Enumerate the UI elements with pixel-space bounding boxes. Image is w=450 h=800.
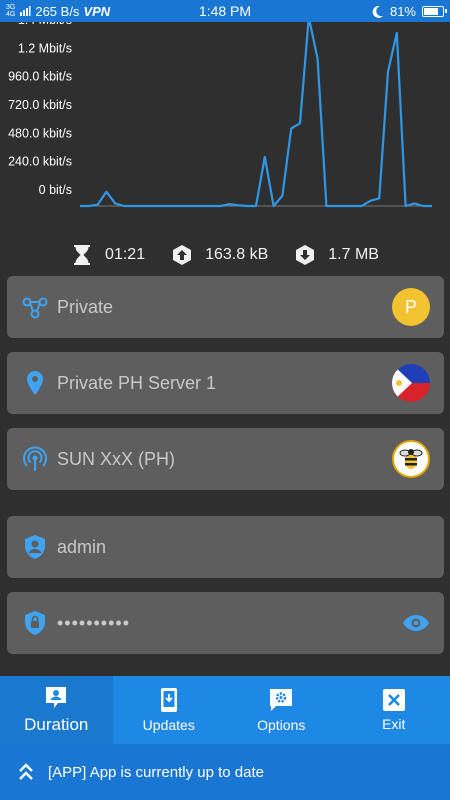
settings-chat-icon — [270, 689, 293, 711]
update-message: [APP] App is currently up to date — [48, 763, 264, 781]
bee-icon — [392, 440, 430, 478]
antenna-icon — [21, 445, 49, 473]
download-stat: 1.7 MB — [294, 244, 379, 266]
lock-shield-icon — [21, 609, 49, 637]
account-badge-icon: P — [392, 288, 430, 326]
y-tick-label: 960.0 kbit/s — [8, 70, 72, 84]
nav-updates[interactable]: Updates — [113, 676, 226, 744]
nav-exit[interactable]: Exit — [338, 676, 450, 744]
user-shield-icon — [21, 533, 49, 561]
network-label: SUN XxX (PH) — [57, 448, 176, 469]
server-label: Private PH Server 1 — [57, 372, 217, 393]
battery-fill — [424, 7, 438, 15]
signal-label-4g: 4G — [6, 11, 16, 18]
signal-label-3g: 3G — [6, 4, 16, 11]
eye-icon[interactable] — [402, 613, 430, 633]
status-bar: 3G 4G 265 B/s VPN 1:48 PM 81% — [0, 0, 450, 22]
account-type-label: Private — [57, 296, 114, 317]
phone-download-icon — [160, 688, 177, 712]
signal-icon: 3G 4G — [6, 4, 15, 18]
update-status-bar[interactable]: [APP] App is currently up to date — [0, 744, 450, 800]
account-type-selector[interactable]: Private P — [7, 276, 444, 338]
y-tick-label: 0 bit/s — [39, 183, 72, 197]
y-tick-label: 480.0 kbit/s — [8, 126, 72, 140]
server-selector[interactable]: Private PH Server 1 — [7, 352, 444, 414]
philippines-flag-icon — [392, 364, 430, 402]
close-box-icon — [382, 689, 405, 711]
traffic-series-line — [80, 22, 432, 208]
y-tick-label: 1.4 Mbit/s — [18, 22, 72, 27]
y-tick-label: 240.0 kbit/s — [8, 155, 72, 169]
duration-value: 01:21 — [105, 246, 146, 263]
bottom-navigation: Duration Updates Options Exit — [0, 676, 450, 744]
username-value: admin — [57, 536, 107, 557]
network-speed: 265 B/s — [35, 3, 80, 19]
traffic-chart: 1.4 Mbit/s 1.2 Mbit/s 960.0 kbit/s 720.0 kb… — [0, 22, 450, 222]
nav-options-label: Options — [257, 717, 306, 733]
hourglass-icon — [71, 244, 93, 266]
double-chevron-up-icon — [19, 763, 33, 780]
download-value: 1.7 MB — [328, 246, 379, 263]
session-stats: 01:21 163.8 kB 1.7 MB — [0, 240, 450, 270]
nav-duration-label: Duration — [24, 715, 89, 734]
password-value: •••••••••• — [57, 612, 131, 633]
upload-icon — [171, 244, 193, 266]
duration-stat: 01:21 — [71, 244, 145, 266]
password-field[interactable]: •••••••••• — [7, 592, 444, 654]
upload-stat: 163.8 kB — [171, 244, 268, 266]
account-badge-letter: P — [404, 296, 417, 317]
download-icon — [294, 244, 316, 266]
username-field[interactable]: admin — [7, 516, 444, 578]
network-nodes-icon — [21, 293, 49, 321]
upload-value: 163.8 kB — [205, 246, 269, 263]
vpn-indicator: VPN — [83, 3, 111, 19]
nav-duration[interactable]: Duration — [0, 676, 113, 744]
moon-icon — [372, 5, 383, 18]
battery-percent: 81% — [389, 3, 416, 19]
location-pin-icon — [21, 369, 49, 397]
chat-person-icon — [46, 687, 67, 708]
nav-updates-label: Updates — [142, 717, 195, 733]
traffic-chart-svg: 1.4 Mbit/s 1.2 Mbit/s 960.0 kbit/s 720.0 kb… — [8, 22, 432, 208]
battery-icon — [422, 5, 447, 17]
nav-options[interactable]: Options — [225, 676, 338, 744]
nav-exit-label: Exit — [382, 716, 406, 732]
y-tick-label: 1.2 Mbit/s — [18, 41, 72, 55]
network-selector[interactable]: SUN XxX (PH) — [7, 428, 444, 490]
y-tick-label: 720.0 kbit/s — [8, 98, 72, 112]
wifi-icon — [20, 6, 31, 16]
